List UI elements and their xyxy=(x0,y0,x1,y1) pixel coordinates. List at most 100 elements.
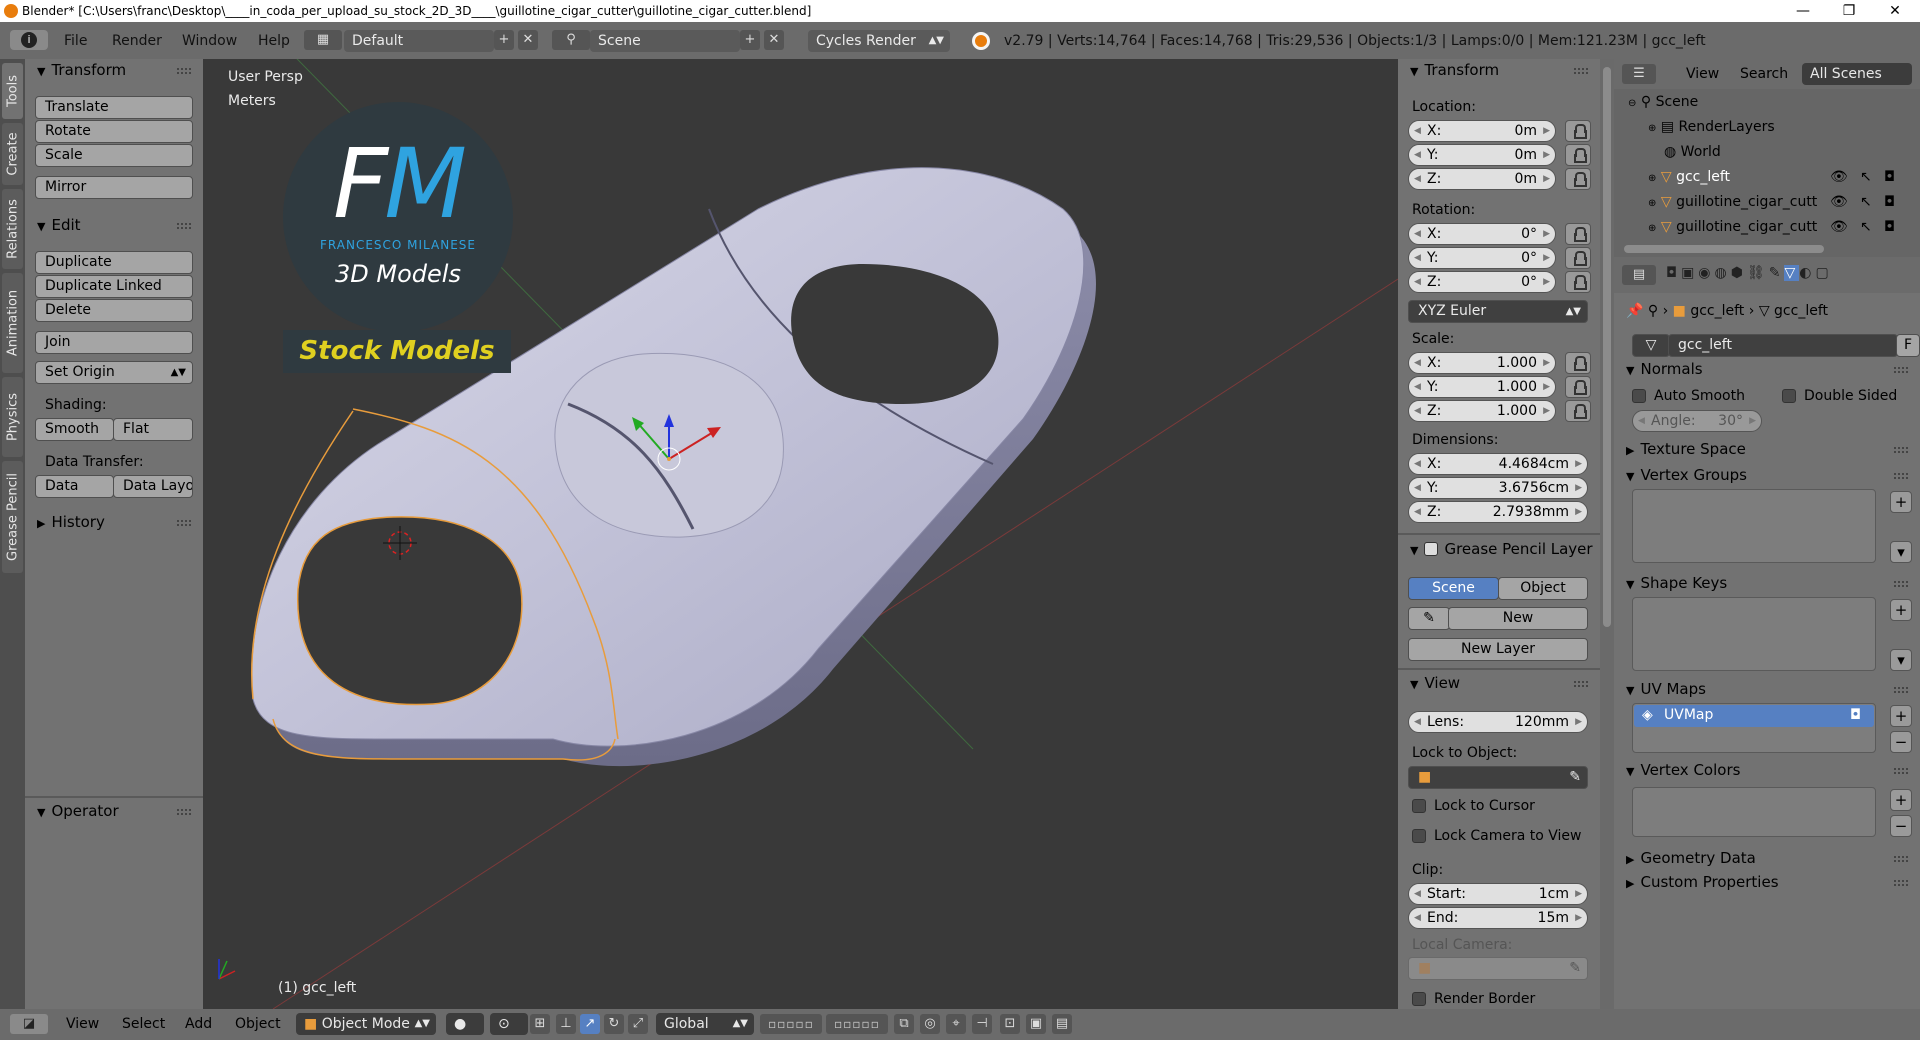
add-screen-icon[interactable]: + xyxy=(494,30,514,50)
menu-help[interactable]: Help xyxy=(258,33,290,49)
snap-target-icon[interactable]: ⊡ xyxy=(1000,1014,1020,1034)
lock-rotation-y-icon[interactable] xyxy=(1565,247,1591,269)
render-camera-icon[interactable]: ◘ xyxy=(1884,169,1895,185)
lock-rotation-z-icon[interactable] xyxy=(1565,271,1591,293)
drag-grip-icon[interactable] xyxy=(177,68,191,74)
drag-grip-icon[interactable] xyxy=(1894,581,1908,587)
lock-scale-x-icon[interactable] xyxy=(1565,352,1591,374)
auto-smooth-angle-field[interactable]: ◀ Angle: 30° ▶ xyxy=(1632,410,1762,432)
selectable-arrow-icon[interactable]: ↖ xyxy=(1860,219,1872,235)
menu-select[interactable]: Select xyxy=(122,1016,165,1032)
menu-file[interactable]: File xyxy=(64,33,87,49)
mesh-name-field[interactable]: gcc_left xyxy=(1668,334,1898,357)
pivot-point-dropdown[interactable]: ⊙ xyxy=(490,1013,528,1035)
smooth-shading-button[interactable]: Smooth xyxy=(35,418,114,441)
scale-manipulator-icon[interactable]: ⤢ xyxy=(628,1014,648,1034)
minimize-button[interactable]: — xyxy=(1780,0,1826,22)
remove-uv-map-button[interactable]: − xyxy=(1890,731,1912,753)
join-button[interactable]: Join xyxy=(35,331,193,354)
menu-add[interactable]: Add xyxy=(185,1016,212,1032)
outliner-item-cutter-2[interactable]: ⊕ ▽ guillotine_cigar_cutt xyxy=(1648,219,1817,235)
lock-location-y-icon[interactable] xyxy=(1565,144,1591,166)
lock-location-x-icon[interactable] xyxy=(1565,120,1591,142)
vertex-colors-list[interactable] xyxy=(1632,787,1876,837)
rotation-z-field[interactable]: ◀ Z: 0° ▶ xyxy=(1408,271,1556,293)
render-camera-icon[interactable]: ◘ xyxy=(1884,219,1895,235)
translate-manipulator-icon[interactable]: ↗ xyxy=(580,1014,600,1034)
rotation-y-field[interactable]: ◀ Y: 0° ▶ xyxy=(1408,247,1556,269)
drag-grip-icon[interactable] xyxy=(1894,768,1908,774)
menu-object[interactable]: Object xyxy=(235,1016,281,1032)
shape-key-menu-button[interactable]: ▾ xyxy=(1890,649,1912,671)
proportional-icon[interactable]: ⊞ xyxy=(530,1014,550,1034)
editor-type-info-button[interactable]: i xyxy=(10,30,48,50)
operator-panel-header[interactable]: ▼ Operator xyxy=(37,802,119,820)
menu-view[interactable]: View xyxy=(66,1016,99,1032)
drag-grip-icon[interactable] xyxy=(177,809,191,815)
vertex-groups-panel-header[interactable]: ▼ Vertex Groups xyxy=(1626,466,1747,484)
scale-y-field[interactable]: ◀ Y: 1.000 ▶ xyxy=(1408,376,1556,398)
outliner-editor-icon[interactable]: ☰ xyxy=(1622,64,1656,84)
drag-grip-icon[interactable] xyxy=(177,223,191,229)
rotate-manipulator-icon[interactable]: ↻ xyxy=(604,1014,624,1034)
delete-scene-icon[interactable]: ✕ xyxy=(764,30,784,50)
lock-to-cursor-checkbox[interactable] xyxy=(1412,799,1426,813)
render-camera-icon[interactable]: ◘ xyxy=(1850,707,1861,723)
data-transfer-button[interactable]: Data xyxy=(35,475,114,498)
editor-type-3dview-icon[interactable]: ◪ xyxy=(10,1014,48,1034)
visibility-eye-icon[interactable]: 👁 xyxy=(1830,169,1848,185)
drag-grip-icon[interactable] xyxy=(1574,68,1588,74)
tab-tools[interactable]: Tools xyxy=(2,63,23,119)
selectable-arrow-icon[interactable]: ↖ xyxy=(1860,169,1872,185)
outliner-item-renderlayers[interactable]: ⊕ ▤ RenderLayers xyxy=(1648,119,1775,135)
interaction-mode-dropdown[interactable]: ■ Object Mode ▲▼ xyxy=(296,1013,436,1035)
set-origin-dropdown[interactable]: Set Origin ▲▼ xyxy=(35,361,193,384)
layers-grid-1[interactable]: ▫▫▫▫▫ xyxy=(760,1014,822,1034)
view-panel-header[interactable]: ▼ View xyxy=(1410,674,1460,692)
menu-window[interactable]: Window xyxy=(182,33,237,49)
snap-toggle-icon[interactable]: ⌖ xyxy=(946,1014,966,1034)
dimension-z-field[interactable]: ◀ Z: 2.7938mm ▶ xyxy=(1408,501,1588,523)
render-preview-icon[interactable]: ◎ xyxy=(920,1014,940,1034)
edit-panel-header[interactable]: ▼ Edit xyxy=(37,216,81,234)
uvmap-row[interactable]: ◈ UVMap ◘ xyxy=(1634,705,1874,727)
scene-icon[interactable]: ⚲ xyxy=(552,30,590,50)
shape-keys-panel-header[interactable]: ▼ Shape Keys xyxy=(1626,574,1727,592)
drag-grip-icon[interactable] xyxy=(1574,681,1588,687)
outliner-scrollbar[interactable] xyxy=(1624,245,1824,253)
rotation-mode-dropdown[interactable]: XYZ Euler ▲▼ xyxy=(1408,300,1588,323)
location-x-field[interactable]: ◀ X: 0m ▶ xyxy=(1408,120,1556,142)
shape-keys-list[interactable] xyxy=(1632,597,1876,671)
pencil-icon[interactable]: ✎ xyxy=(1408,607,1450,630)
uv-maps-panel-header[interactable]: ▼ UV Maps xyxy=(1626,680,1706,698)
transform-orientation-dropdown[interactable]: Global ▲▼ xyxy=(656,1013,754,1035)
rotation-x-field[interactable]: ◀ X: 0° ▶ xyxy=(1408,223,1556,245)
duplicate-linked-button[interactable]: Duplicate Linked xyxy=(35,275,193,298)
screen-layout-icon[interactable]: ▦ xyxy=(304,30,342,50)
outliner-view-menu[interactable]: View xyxy=(1686,66,1719,82)
tab-relations[interactable]: Relations xyxy=(2,189,23,269)
opengl-render-icon[interactable]: ▣ xyxy=(1026,1014,1046,1034)
add-shape-key-button[interactable]: + xyxy=(1890,599,1912,621)
drag-grip-icon[interactable] xyxy=(1894,367,1908,373)
3d-viewport[interactable]: User Persp Meters (1) gcc_left FM FRANCE… xyxy=(203,59,1398,1009)
outliner-item-world[interactable]: ◍ World xyxy=(1664,144,1721,160)
new-layer-button[interactable]: New Layer xyxy=(1408,638,1588,661)
lock-scale-z-icon[interactable] xyxy=(1565,400,1591,422)
add-uv-map-button[interactable]: + xyxy=(1890,705,1912,727)
rotate-button[interactable]: Rotate xyxy=(35,120,193,143)
tab-create[interactable]: Create xyxy=(2,123,23,185)
add-scene-icon[interactable]: + xyxy=(740,30,760,50)
auto-smooth-checkbox[interactable] xyxy=(1632,389,1646,403)
delete-screen-icon[interactable]: ✕ xyxy=(518,30,538,50)
duplicate-button[interactable]: Duplicate xyxy=(35,251,193,274)
remove-vertex-color-button[interactable]: − xyxy=(1890,815,1912,837)
mesh-browse-icon[interactable]: ▽ xyxy=(1632,334,1670,357)
lens-field[interactable]: ◀ Lens: 120mm ▶ xyxy=(1408,711,1588,733)
clip-end-field[interactable]: ◀ End: 15m ▶ xyxy=(1408,907,1588,929)
visibility-eye-icon[interactable]: 👁 xyxy=(1830,194,1848,210)
vertex-groups-list[interactable] xyxy=(1632,489,1876,563)
scene-field[interactable]: Scene xyxy=(590,30,740,52)
outliner-item-scene[interactable]: ⊖ ⚲ Scene xyxy=(1628,94,1698,110)
lock-layers-icon[interactable]: ⧉ xyxy=(894,1014,914,1034)
